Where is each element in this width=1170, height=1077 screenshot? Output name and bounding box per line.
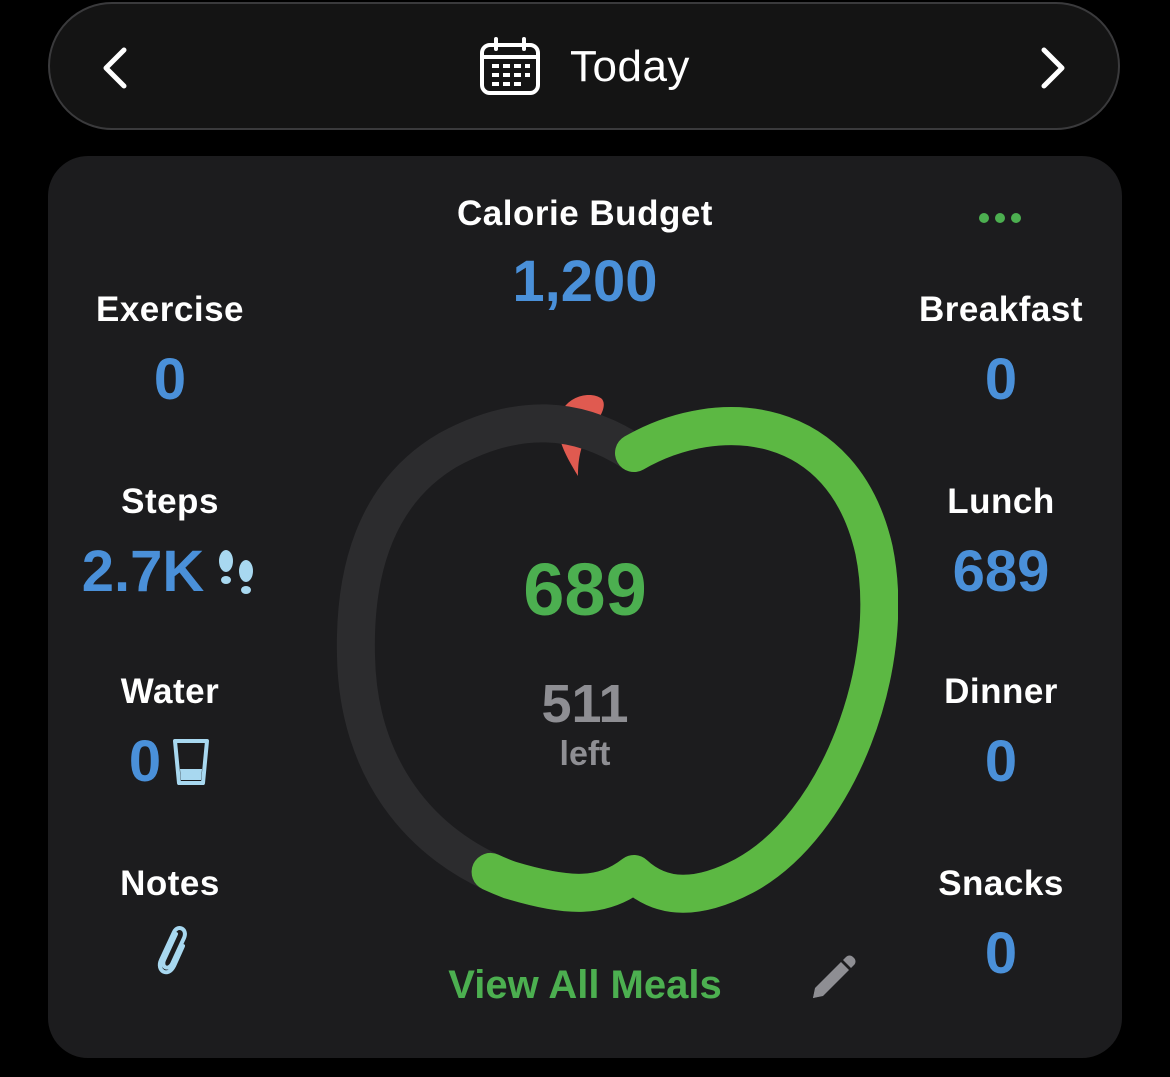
pencil-icon [813, 955, 856, 998]
calorie-budget-value: 1,200 [512, 249, 658, 314]
calories-remaining-label: left [559, 735, 611, 773]
next-day-button[interactable] [1022, 38, 1082, 98]
exercise-stat[interactable]: Exercise 0 [20, 290, 320, 414]
steps-value-row: 2.7K [20, 538, 320, 606]
paperclip-icon [157, 926, 187, 975]
footsteps-icon [219, 550, 254, 594]
water-value-row: 0 [20, 728, 320, 796]
screen: Today Calorie Budget 1,200 Exercise 0 St… [0, 0, 1170, 1077]
calories-remaining-value: 511 [541, 674, 629, 734]
calories-consumed-value: 689 [523, 548, 647, 631]
calorie-budget-label: Calorie Budget [457, 194, 713, 233]
date-navigation-bar: Today [48, 2, 1120, 130]
previous-day-button[interactable] [86, 38, 146, 98]
water-value: 0 [128, 729, 162, 794]
calendar-icon [480, 37, 540, 95]
steps-value: 2.7K [81, 539, 205, 604]
notes-label: Notes [120, 864, 220, 903]
notes-icon-row [20, 920, 320, 976]
more-options-button[interactable] [976, 206, 1024, 230]
water-stat[interactable]: Water 0 [20, 672, 320, 796]
more-dots-icon [979, 213, 1021, 223]
steps-label: Steps [121, 482, 219, 521]
exercise-label: Exercise [95, 290, 245, 329]
steps-stat[interactable]: Steps 2.7K [20, 482, 320, 606]
exercise-value-row: 0 [20, 346, 320, 414]
chevron-left-icon [103, 47, 127, 89]
lunch-value: 689 [952, 539, 1050, 604]
snacks-value: 0 [984, 921, 1018, 986]
water-label: Water [120, 672, 220, 711]
date-selector[interactable]: Today [478, 34, 690, 100]
calorie-budget[interactable]: Calorie Budget 1,200 [385, 194, 785, 316]
view-all-meals-button[interactable]: View All Meals [385, 960, 785, 1010]
water-glass-icon [173, 739, 210, 785]
dinner-value: 0 [984, 729, 1018, 794]
chevron-right-icon [1041, 47, 1065, 89]
edit-button[interactable] [803, 952, 859, 1008]
exercise-value: 0 [153, 347, 187, 412]
breakfast-value: 0 [984, 347, 1018, 412]
current-date-label: Today [570, 42, 690, 91]
calorie-summary-card: Calorie Budget 1,200 Exercise 0 Steps 2.… [48, 156, 1122, 1058]
notes-stat[interactable]: Notes [20, 864, 320, 976]
